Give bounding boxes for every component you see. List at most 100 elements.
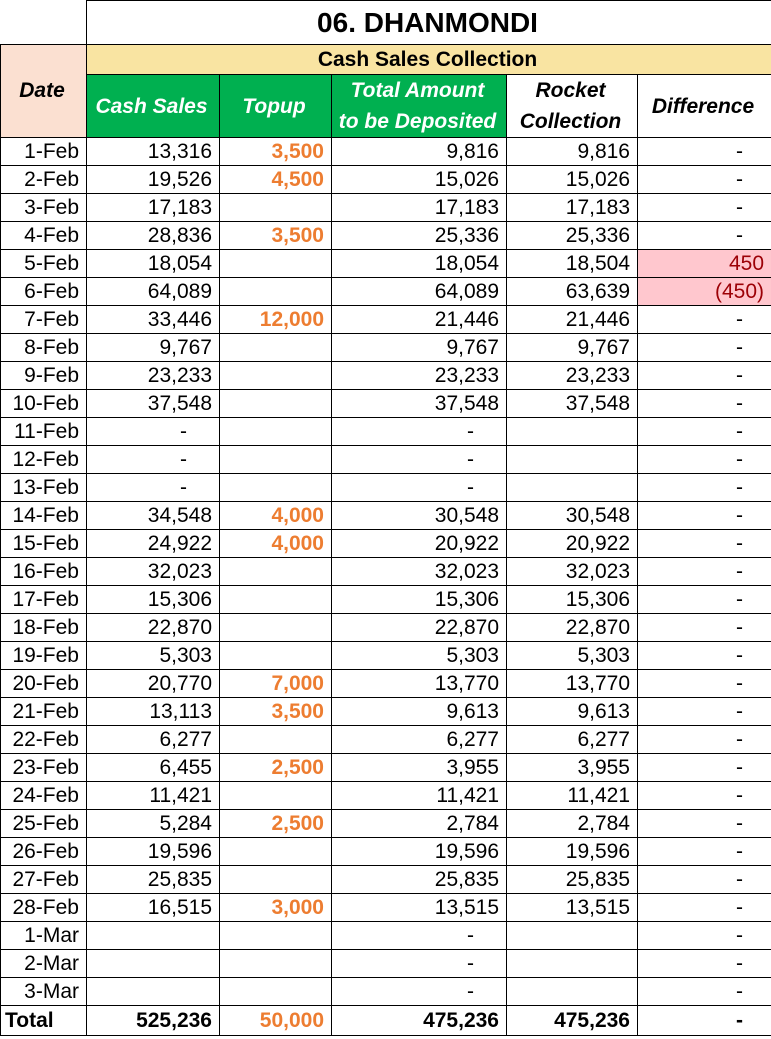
table-row: 1-Feb 13,316 3,500 9,816 9,816- xyxy=(0,137,771,166)
cell-rocket-collection: 15,026 xyxy=(506,165,638,194)
table-row: 16-Feb 32,023 32,023 32,023- xyxy=(0,557,771,586)
cell-cash-sales: 17,183 xyxy=(86,193,220,222)
cell-date: 24-Feb xyxy=(0,781,87,810)
cell-date: 1-Mar xyxy=(0,921,87,950)
cell-rocket-collection xyxy=(506,977,638,1006)
cell-rocket-collection: 15,306 xyxy=(506,585,638,614)
cell-cash-sales: 16,515 xyxy=(86,893,220,922)
cell-topup xyxy=(219,865,332,894)
cash-sales-table: 06. DHANMONDI Date Cash Sales Collection… xyxy=(0,0,771,1036)
cell-rocket-collection: 9,613 xyxy=(506,697,638,726)
total-cash-sales: 525,236 xyxy=(86,1005,220,1036)
cell-difference: - xyxy=(636,333,771,362)
cell-total-amount: 21,446 xyxy=(331,305,507,334)
cell-date: 15-Feb xyxy=(0,529,87,558)
cell-total-amount: 25,835 xyxy=(331,865,507,894)
cell-date: 6-Feb xyxy=(0,277,87,306)
header-rocket-line2: Collection xyxy=(519,110,622,133)
cell-total-amount: 3,955 xyxy=(331,753,507,782)
cell-rocket-collection: 22,870 xyxy=(506,613,638,642)
table-row: 23-Feb 6,455 2,500 3,955 3,955- xyxy=(0,753,771,782)
cell-total-amount: 13,515 xyxy=(331,893,507,922)
cell-date: 8-Feb xyxy=(0,333,87,362)
cell-topup xyxy=(219,277,332,306)
table-row: 26-Feb 19,596 19,596 19,596- xyxy=(0,837,771,866)
cell-topup xyxy=(219,445,332,474)
cell-topup xyxy=(219,641,332,670)
cell-rocket-collection: 20,922 xyxy=(506,529,638,558)
cell-total-amount: 19,596 xyxy=(331,837,507,866)
cell-rocket-collection: 63,639 xyxy=(506,277,638,306)
cell-total-amount: 22,870 xyxy=(331,613,507,642)
cell-date: 16-Feb xyxy=(0,557,87,586)
cell-difference: - xyxy=(636,921,771,950)
cell-difference: - xyxy=(636,613,771,642)
cell-cash-sales: 22,870 xyxy=(86,613,220,642)
cell-difference: - xyxy=(636,445,771,474)
cell-date: 14-Feb xyxy=(0,501,87,530)
cell-date: 2-Mar xyxy=(0,949,87,978)
cell-difference: - xyxy=(636,361,771,390)
table-row: 6-Feb 64,089 64,089 63,639 (450) xyxy=(0,277,771,306)
cell-topup: 7,000 xyxy=(219,669,332,698)
cell-difference: - xyxy=(636,697,771,726)
cell-total-amount: 5,303 xyxy=(331,641,507,670)
cell-rocket-collection: 21,446 xyxy=(506,305,638,334)
cell-topup xyxy=(219,613,332,642)
cell-cash-sales: 20,770 xyxy=(86,669,220,698)
cell-difference: - xyxy=(636,221,771,250)
cell-rocket-collection: 19,596 xyxy=(506,837,638,866)
cell-topup xyxy=(219,473,332,502)
cell-topup xyxy=(219,333,332,362)
table-row: 15-Feb 24,922 4,000 20,922 20,922- xyxy=(0,529,771,558)
header-difference: Difference xyxy=(636,74,771,138)
cell-cash-sales: - xyxy=(86,445,220,474)
band-cash-sales-collection: Cash Sales Collection xyxy=(85,44,771,75)
table-row: 10-Feb 37,548 37,548 37,548- xyxy=(0,389,771,418)
table-row: 8-Feb 9,767 9,767 9,767- xyxy=(0,333,771,362)
cell-cash-sales: 28,836 xyxy=(86,221,220,250)
cell-difference: - xyxy=(636,669,771,698)
cell-date: 12-Feb xyxy=(0,445,87,474)
total-topup: 50,000 xyxy=(219,1005,332,1036)
cell-difference: (450) xyxy=(636,277,771,306)
cell-topup xyxy=(219,389,332,418)
cell-rocket-collection: 5,303 xyxy=(506,641,638,670)
table-row: 18-Feb 22,870 22,870 22,870- xyxy=(0,613,771,642)
cell-date: 3-Mar xyxy=(0,977,87,1006)
table-row: 20-Feb 20,770 7,000 13,770 13,770- xyxy=(0,669,771,698)
cell-rocket-collection: 17,183 xyxy=(506,193,638,222)
table-row: 3-Mar - - xyxy=(0,977,771,1006)
table-row: 13-Feb - - - xyxy=(0,473,771,502)
table-row: 12-Feb - - - xyxy=(0,445,771,474)
table-row: 25-Feb 5,284 2,500 2,784 2,784- xyxy=(0,809,771,838)
cell-cash-sales: 11,421 xyxy=(86,781,220,810)
cell-topup: 4,000 xyxy=(219,501,332,530)
cell-topup: 3,500 xyxy=(219,221,332,250)
cell-cash-sales: 25,835 xyxy=(86,865,220,894)
cell-total-amount: 13,770 xyxy=(331,669,507,698)
cell-difference: - xyxy=(636,837,771,866)
cell-topup xyxy=(219,725,332,754)
cell-rocket-collection: 13,515 xyxy=(506,893,638,922)
cell-total-amount: 9,816 xyxy=(331,137,507,166)
cell-rocket-collection: 18,504 xyxy=(506,249,638,278)
cell-total-amount: 11,421 xyxy=(331,781,507,810)
cell-topup: 12,000 xyxy=(219,305,332,334)
cell-rocket-collection: 3,955 xyxy=(506,753,638,782)
cell-total-amount: - xyxy=(331,921,507,950)
header-cash-sales: Cash Sales xyxy=(86,74,220,138)
cell-rocket-collection xyxy=(506,473,638,502)
cell-topup: 2,500 xyxy=(219,753,332,782)
cell-date: 13-Feb xyxy=(0,473,87,502)
table-row: 24-Feb 11,421 11,421 11,421- xyxy=(0,781,771,810)
cell-topup xyxy=(219,837,332,866)
header-topup: Topup xyxy=(219,74,332,138)
cell-total-amount: 64,089 xyxy=(331,277,507,306)
cell-topup xyxy=(219,557,332,586)
cell-total-amount: 23,233 xyxy=(331,361,507,390)
total-amount-deposited: 475,236 xyxy=(331,1005,507,1036)
cell-total-amount: 2,784 xyxy=(331,809,507,838)
cell-cash-sales: 5,303 xyxy=(86,641,220,670)
cell-topup: 4,000 xyxy=(219,529,332,558)
